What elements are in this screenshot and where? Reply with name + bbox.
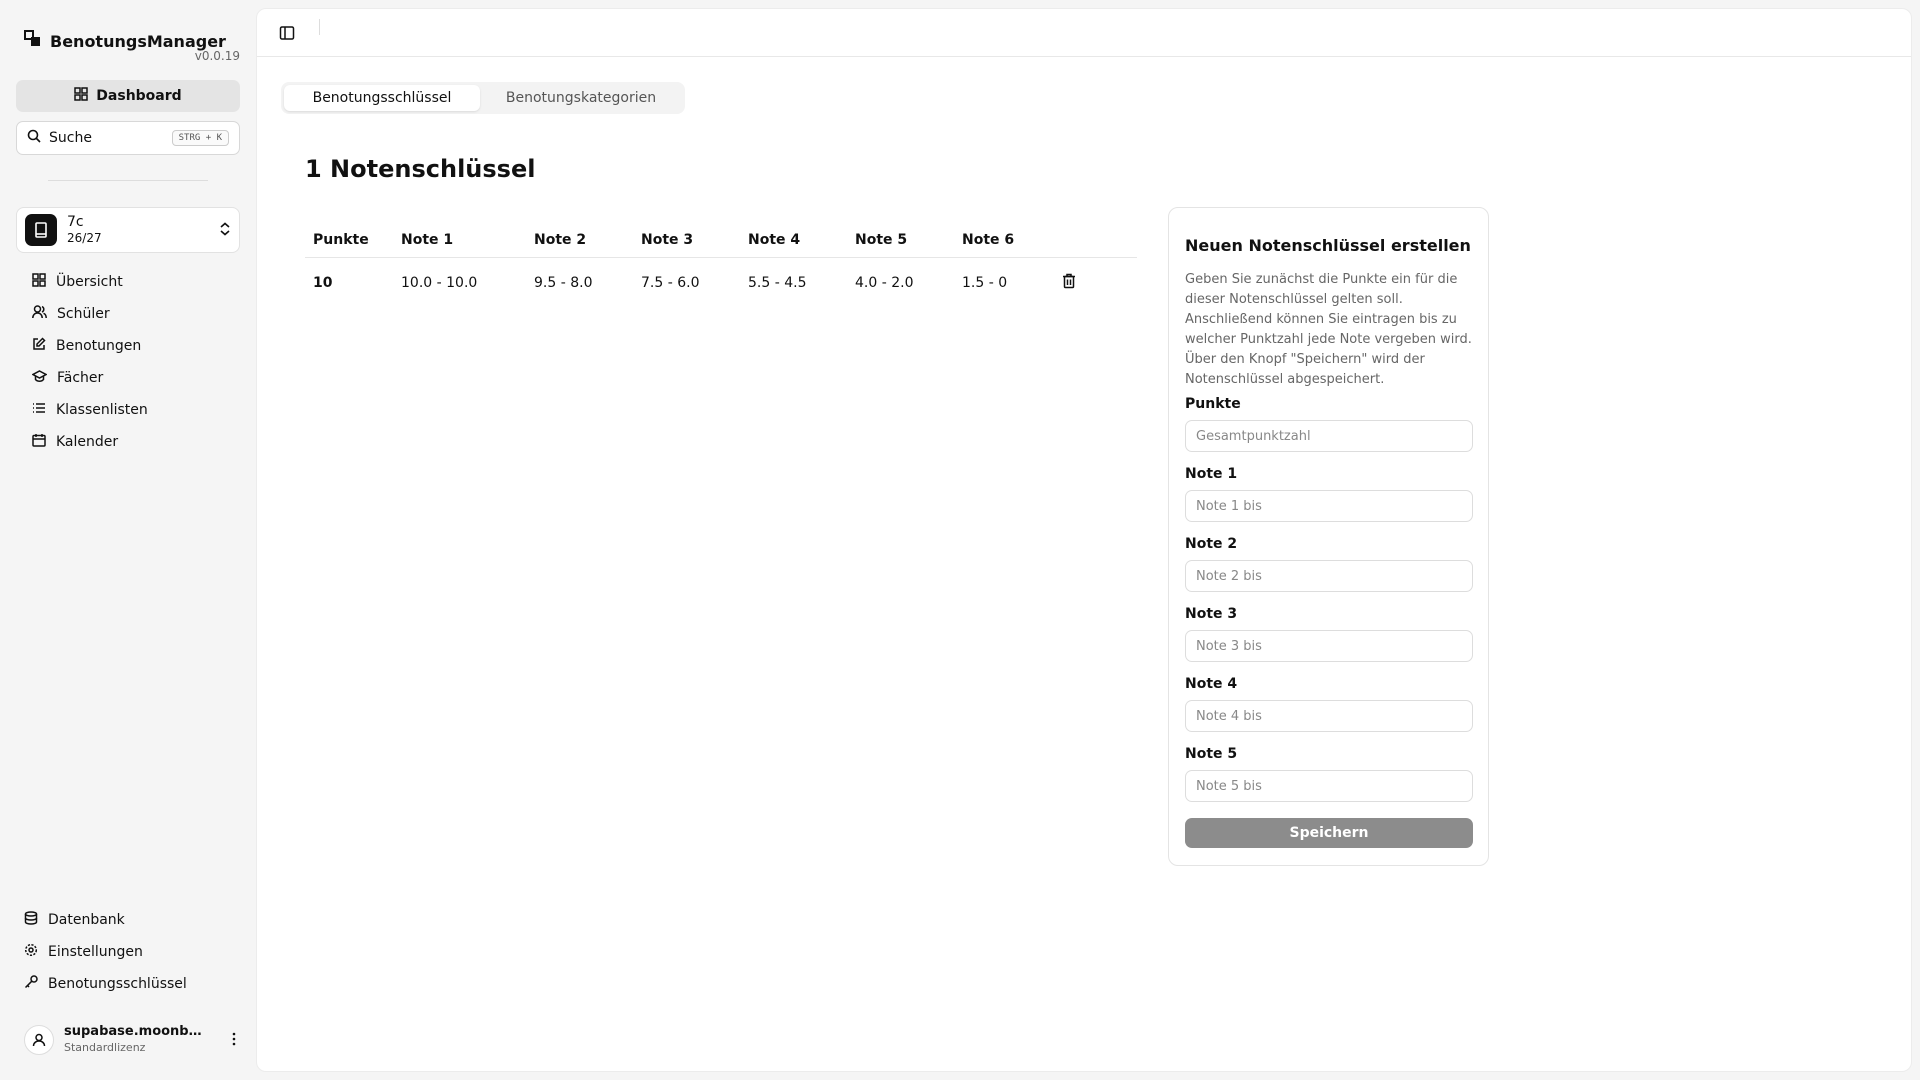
sidebar-item-benotungen[interactable]: Benotungen: [24, 330, 244, 362]
topbar-divider: [319, 19, 320, 35]
main-panel: Benotungsschlüssel Benotungskategorien 1…: [256, 8, 1912, 1072]
column-header: Note 4: [748, 231, 801, 248]
search-shortcut: STRG + K: [171, 130, 229, 146]
sidebar-item-faecher[interactable]: Fächer: [24, 362, 244, 394]
sidebar-item-label: Klassenlisten: [56, 402, 148, 418]
search-button[interactable]: Suche STRG + K: [16, 121, 240, 155]
field-label-note-4: Note 4: [1185, 676, 1238, 692]
table-cell: 1.5 - 0: [962, 275, 1008, 291]
gear-icon: [24, 943, 38, 961]
search-label: Suche: [49, 130, 92, 146]
sidebar-item-einstellungen[interactable]: Einstellungen: [16, 936, 240, 968]
calendar-icon: [32, 433, 46, 451]
table-cell: 10.0 - 10.0: [401, 275, 478, 291]
field-label-note-2: Note 2: [1185, 536, 1238, 552]
page-title: 1 Notenschlüssel: [305, 155, 536, 183]
column-header: Note 1: [401, 231, 454, 248]
punkte-input[interactable]: [1185, 420, 1473, 452]
chevrons-up-down-icon: [219, 221, 231, 240]
app-version: v0.0.19: [194, 49, 240, 63]
sidebar-bottom-nav: Datenbank Einstellungen Benotungsschlüss…: [16, 904, 240, 1000]
sidebar-item-label: Kalender: [56, 434, 119, 450]
note-1-input[interactable]: [1185, 490, 1473, 522]
user-name: supabase.moonbea...: [64, 1024, 204, 1039]
graduation-cap-icon: [31, 369, 48, 387]
sidebar-toggle-icon[interactable]: [279, 25, 295, 45]
more-vertical-icon[interactable]: [232, 1031, 236, 1050]
field-label-note-3: Note 3: [1185, 606, 1238, 622]
column-header: Note 5: [855, 231, 908, 248]
column-header: Note 6: [962, 231, 1015, 248]
save-button[interactable]: Speichern: [1185, 818, 1473, 848]
class-switcher[interactable]: 7c 26/27: [16, 207, 240, 253]
sidebar-item-uebersicht[interactable]: Übersicht: [24, 266, 244, 298]
sidebar-item-label: Benotungsschlüssel: [48, 976, 187, 992]
table-cell: 5.5 - 4.5: [748, 275, 807, 291]
sidebar-item-klassenlisten[interactable]: Klassenlisten: [24, 394, 244, 426]
grid-icon: [74, 87, 89, 105]
class-name: 7c: [67, 214, 84, 230]
field-label-punkte: Punkte: [1185, 396, 1241, 412]
table-cell: 10: [313, 275, 333, 291]
sidebar-item-label: Einstellungen: [48, 944, 143, 960]
sidebar-item-label: Datenbank: [48, 912, 125, 928]
delete-button[interactable]: [1062, 273, 1102, 293]
card-description: Geben Sie zunächst die Punkte ein für di…: [1185, 272, 1472, 387]
sidebar-divider: [48, 180, 208, 181]
database-icon: [24, 911, 38, 929]
tab-benotungskategorien[interactable]: Benotungskategorien: [480, 85, 682, 111]
tab-benotungsschluessel[interactable]: Benotungsschlüssel: [284, 85, 480, 111]
user-icon: [24, 1025, 54, 1055]
note-4-input[interactable]: [1185, 700, 1473, 732]
list-icon: [32, 402, 46, 418]
table-cell: 9.5 - 8.0: [534, 275, 593, 291]
dashboard-label: Dashboard: [96, 88, 182, 104]
edit-icon: [32, 337, 46, 355]
table-cell: 7.5 - 6.0: [641, 275, 700, 291]
note-2-input[interactable]: [1185, 560, 1473, 592]
sidebar: BenotungsManager v0.0.19 Dashboard Suche…: [0, 0, 256, 1080]
user-license: Standardlizenz: [64, 1041, 146, 1054]
column-header: Note 2: [534, 231, 587, 248]
column-header: Punkte: [313, 231, 369, 248]
table-header: Punkte Note 1 Note 2 Note 3 Note 4 Note …: [305, 222, 1137, 258]
tab-list: Benotungsschlüssel Benotungskategorien: [281, 82, 685, 114]
column-header: Note 3: [641, 231, 694, 248]
card-title: Neuen Notenschlüssel erstellen: [1185, 236, 1471, 255]
key-icon: [24, 975, 38, 993]
table-cell: 4.0 - 2.0: [855, 275, 914, 291]
app-logo-icon: [24, 30, 42, 52]
book-icon: [25, 214, 57, 246]
create-key-card: Neuen Notenschlüssel erstellen Geben Sie…: [1168, 207, 1489, 866]
sidebar-item-schueler[interactable]: Schüler: [24, 298, 244, 330]
note-5-input[interactable]: [1185, 770, 1473, 802]
sidebar-item-label: Fächer: [57, 370, 104, 386]
user-menu[interactable]: supabase.moonbea... Standardlizenz: [16, 1020, 240, 1060]
field-label-note-1: Note 1: [1185, 466, 1238, 482]
topbar: [257, 9, 1911, 57]
sidebar-item-benotungsschluessel[interactable]: Benotungsschlüssel: [16, 968, 240, 1000]
sidebar-item-datenbank[interactable]: Datenbank: [16, 904, 240, 936]
class-count: 26/27: [67, 231, 102, 245]
table-row: 10 10.0 - 10.0 9.5 - 8.0 7.5 - 6.0 5.5 -…: [305, 258, 1137, 308]
note-3-input[interactable]: [1185, 630, 1473, 662]
grid-icon: [32, 273, 46, 291]
app-name: BenotungsManager: [50, 31, 226, 51]
grading-key-table: Punkte Note 1 Note 2 Note 3 Note 4 Note …: [305, 222, 1137, 308]
users-icon: [32, 305, 47, 323]
search-icon: [27, 129, 41, 147]
sidebar-item-label: Übersicht: [56, 274, 123, 290]
sidebar-item-label: Schüler: [57, 306, 110, 322]
field-label-note-5: Note 5: [1185, 746, 1238, 762]
dashboard-button[interactable]: Dashboard: [16, 80, 240, 112]
sidebar-item-label: Benotungen: [56, 338, 142, 354]
sidebar-item-kalender[interactable]: Kalender: [24, 426, 244, 458]
trash-icon: [1062, 273, 1076, 293]
sidebar-nav: Übersicht Schüler Benotungen Fächer Klas…: [24, 266, 244, 458]
